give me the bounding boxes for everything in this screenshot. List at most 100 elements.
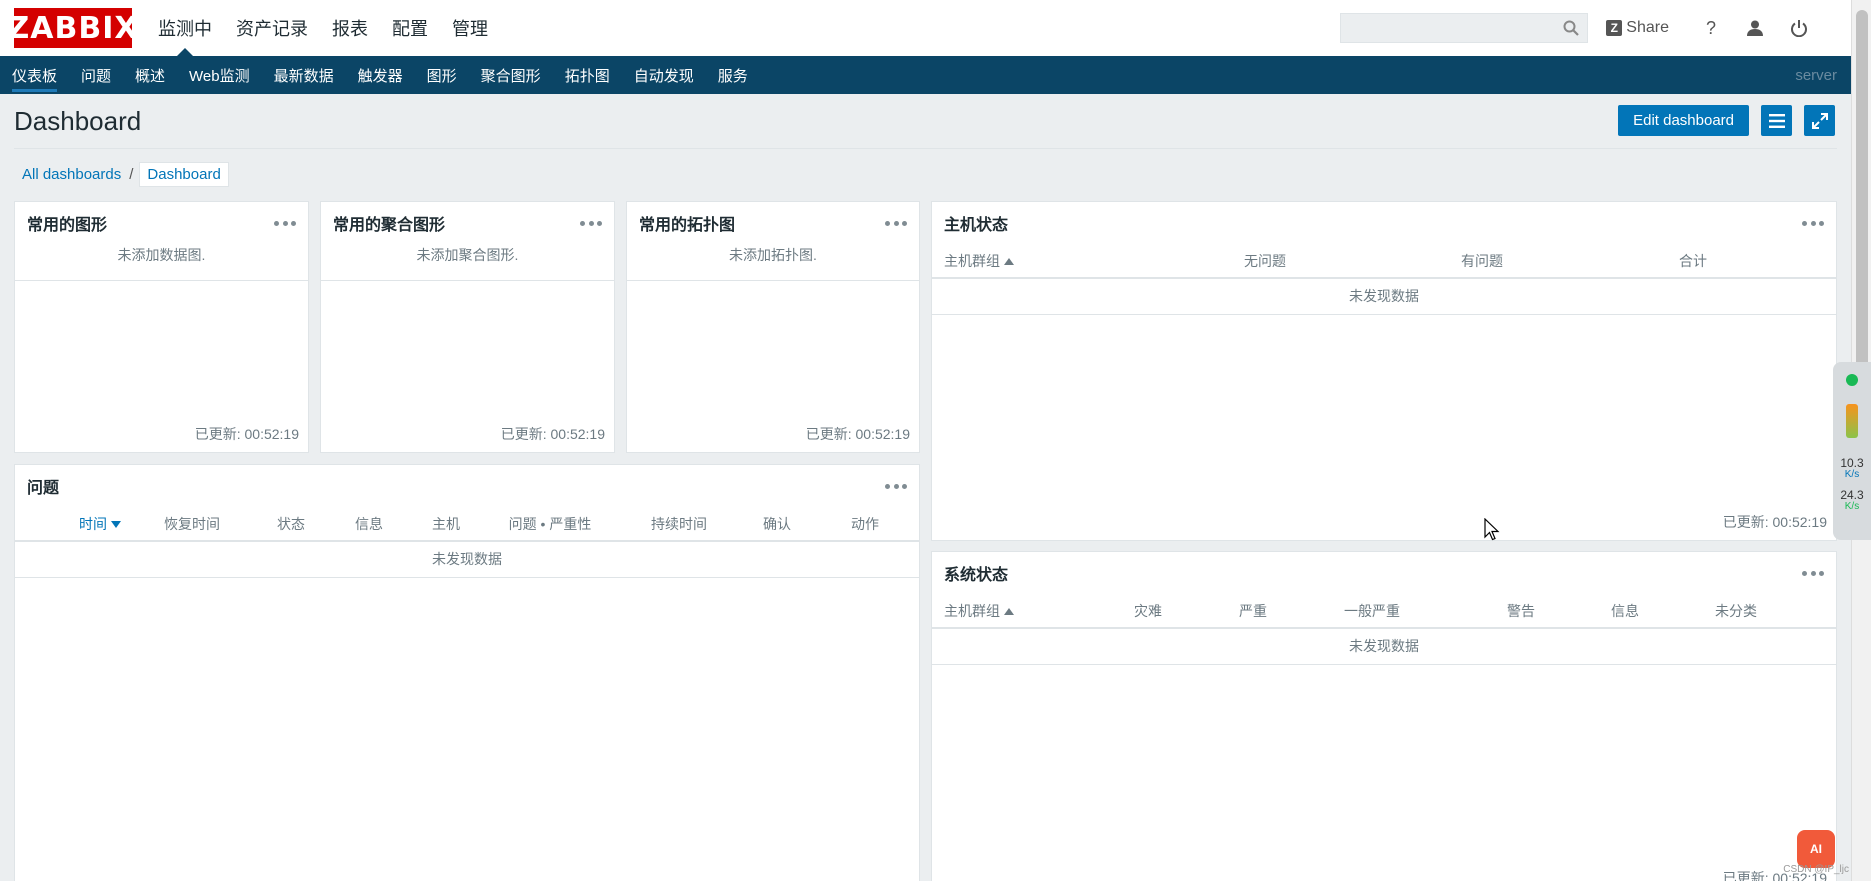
widget-menu-icon[interactable] [1802, 566, 1824, 580]
zabbix-logo[interactable]: ZABBIX [8, 8, 138, 48]
system-status-table: 主机群组 灾难 严重 一般严重 警告 信息 未分类 未发现数据 [932, 594, 1836, 665]
page-title: Dashboard [14, 106, 142, 136]
column-header[interactable]: 主机群组 [932, 594, 1122, 629]
help-icon[interactable]: ? [1699, 16, 1723, 40]
widget-empty-message: 未添加拓扑图. [627, 244, 919, 281]
main-menu: 监测中 资产记录 报表 配置 管理 [146, 0, 500, 56]
widget-favourite-screens: 常用的聚合图形 未添加聚合图形. 已更新: 00:52:19 [320, 201, 615, 453]
expand-icon [1811, 112, 1828, 129]
widget-problems: 问题 时间 恢复时间 状态 信息 主机 问题 • 严重性 持续时间 确认 动作 … [14, 464, 920, 881]
menu-configuration[interactable]: 配置 [380, 0, 440, 56]
widget-updated-time: 已更新: 00:52:19 [1722, 514, 1827, 530]
widget-title: 常用的聚合图形 [333, 217, 446, 234]
breadcrumb-separator: / [129, 165, 134, 183]
widget-menu-icon[interactable] [580, 216, 602, 230]
column-header: 确认 [743, 507, 811, 542]
download-unit: K/s [1844, 501, 1860, 512]
search-input[interactable] [1341, 14, 1588, 42]
column-header: 信息 [1599, 594, 1703, 629]
ai-assistant-button[interactable]: AI [1797, 830, 1835, 868]
column-header: 主机 [407, 507, 485, 542]
column-header[interactable]: 主机群组 [932, 244, 1232, 279]
widget-updated-time: 已更新: 00:52:19 [500, 426, 605, 442]
column-header: 状态 [251, 507, 331, 542]
menu-reports[interactable]: 报表 [320, 0, 380, 56]
widget-updated-time: 已更新: 00:52:19 [805, 426, 910, 442]
column-header: 灾难 [1122, 594, 1227, 629]
column-header: 持续时间 [615, 507, 743, 542]
zabbix-share-icon: Z [1606, 20, 1623, 36]
header-divider [14, 148, 1837, 149]
search-icon[interactable] [1563, 20, 1580, 36]
share-label: Share [1626, 19, 1669, 36]
submenu-graphs[interactable]: 图形 [415, 56, 469, 94]
widget-system-status: 系统状态 主机群组 灾难 严重 一般严重 警告 信息 未分类 未发现数据 已更新… [931, 551, 1837, 881]
column-header[interactable]: 时间 [15, 507, 133, 542]
share-link[interactable]: Z Share [1606, 19, 1669, 37]
sort-desc-icon [111, 521, 121, 529]
submenu-dashboard[interactable]: 仪表板 [0, 56, 69, 94]
problems-table: 时间 恢复时间 状态 信息 主机 问题 • 严重性 持续时间 确认 动作 未发现… [15, 507, 919, 578]
empty-row: 未发现数据 [15, 541, 919, 578]
submenu-maps[interactable]: 拓扑图 [553, 56, 622, 94]
column-header: 一般严重 [1332, 594, 1495, 629]
empty-row: 未发现数据 [932, 628, 1836, 665]
menu-inventory[interactable]: 资产记录 [224, 0, 320, 56]
column-header: 无问题 [1232, 244, 1449, 279]
top-bar: ZABBIX 监测中 资产记录 报表 配置 管理 Z Share ? [0, 0, 1851, 56]
submenu-web[interactable]: Web监测 [177, 56, 262, 94]
submenu-services[interactable]: 服务 [706, 56, 760, 94]
fullscreen-button[interactable] [1804, 105, 1835, 136]
search-box [1340, 13, 1589, 43]
network-speed-widget[interactable]: 10.3 K/s 24.3 K/s [1833, 362, 1871, 540]
column-header: 动作 [811, 507, 919, 542]
edit-dashboard-button[interactable]: Edit dashboard [1618, 105, 1749, 136]
column-header: 有问题 [1449, 244, 1667, 279]
breadcrumb-current[interactable]: Dashboard [139, 161, 229, 187]
widget-favourite-maps: 常用的拓扑图 未添加拓扑图. 已更新: 00:52:19 [626, 201, 920, 453]
header-actions: Edit dashboard [1618, 105, 1835, 136]
widget-title: 问题 [27, 480, 60, 497]
submenu-screens[interactable]: 聚合图形 [469, 56, 553, 94]
widget-menu-icon[interactable] [274, 216, 296, 230]
empty-row: 未发现数据 [932, 278, 1836, 315]
status-dot-icon [1846, 374, 1858, 386]
sub-menu: 仪表板 问题 概述 Web监测 最新数据 触发器 图形 聚合图形 拓扑图 自动发… [0, 56, 1851, 94]
menu-administration[interactable]: 管理 [440, 0, 500, 56]
submenu-latest-data[interactable]: 最新数据 [262, 56, 346, 94]
sort-asc-icon [1004, 608, 1014, 616]
submenu-triggers[interactable]: 触发器 [346, 56, 415, 94]
breadcrumb-all-dashboards[interactable]: All dashboards [14, 166, 129, 183]
column-header: 问题 • 严重性 [485, 507, 615, 542]
watermark: CSDN @IP_ljc [1783, 864, 1849, 875]
widget-title: 常用的拓扑图 [639, 217, 736, 234]
sort-asc-icon [1004, 258, 1014, 266]
column-header: 未分类 [1703, 594, 1836, 629]
widget-host-status: 主机状态 主机群组 无问题 有问题 合计 未发现数据 已更新: 00:52:19 [931, 201, 1837, 541]
widget-menu-icon[interactable] [1802, 216, 1824, 230]
widget-title: 常用的图形 [27, 217, 108, 234]
upload-speed: 10.3 [1840, 456, 1864, 470]
column-header: 恢复时间 [133, 507, 251, 542]
widget-menu-icon[interactable] [885, 216, 907, 230]
column-header: 信息 [331, 507, 407, 542]
column-header: 警告 [1495, 594, 1599, 629]
submenu-discovery[interactable]: 自动发现 [622, 56, 706, 94]
logout-icon[interactable] [1787, 16, 1811, 40]
submenu-overview[interactable]: 概述 [123, 56, 177, 94]
widget-menu-icon[interactable] [885, 479, 907, 493]
widget-favourite-graphs: 常用的图形 未添加数据图. 已更新: 00:52:19 [14, 201, 309, 453]
widget-title: 主机状态 [944, 217, 1009, 234]
usage-bar [1846, 404, 1858, 438]
host-status-table: 主机群组 无问题 有问题 合计 未发现数据 [932, 244, 1836, 315]
submenu-problems[interactable]: 问题 [69, 56, 123, 94]
menu-icon [1768, 113, 1785, 128]
column-header: 严重 [1227, 594, 1332, 629]
widget-empty-message: 未添加聚合图形. [321, 244, 614, 281]
dashboard-actions-button[interactable] [1761, 105, 1792, 136]
upload-unit: K/s [1844, 469, 1860, 480]
widget-empty-message: 未添加数据图. [15, 244, 308, 281]
download-speed: 24.3 [1840, 488, 1864, 502]
user-profile-icon[interactable] [1743, 16, 1767, 40]
menu-monitoring[interactable]: 监测中 [146, 0, 224, 56]
